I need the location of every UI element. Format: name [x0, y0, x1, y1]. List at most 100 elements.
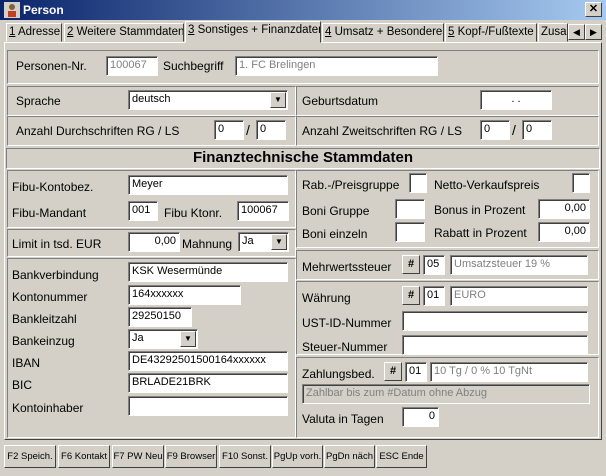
person-app-icon: [4, 2, 20, 18]
waehrung-code-field[interactable]: 01: [423, 286, 445, 306]
valuta-label: Valuta in Tagen: [302, 412, 384, 426]
bankleitzahl-field[interactable]: 29250150: [128, 307, 192, 327]
limit-label: Limit in tsd. EUR: [12, 237, 102, 251]
tab-sonstiges-num: 3: [188, 24, 195, 36]
boni-gruppe-field[interactable]: [395, 199, 425, 219]
tab-kopf-label: Kopf-/Fußtexte: [457, 26, 534, 38]
close-button[interactable]: ✕: [585, 2, 602, 17]
zahlung-label: Zahlungsbed.: [302, 367, 375, 381]
mahnung-select[interactable]: Ja ▼: [238, 232, 289, 252]
mahnung-label: Mahnung: [182, 237, 233, 251]
tab-sonstiges-finanzdaten[interactable]: 3 Sonstiges + Finanzdaten: [185, 21, 321, 43]
tab-adresse-label: Adresse: [17, 26, 61, 38]
geburtsdatum-label: Geburtsdatum: [302, 94, 379, 108]
section-heading: Finanztechnische Stammdaten: [6, 148, 600, 169]
chevron-down-icon[interactable]: ▼: [271, 234, 287, 250]
zahlung-lookup-button[interactable]: #: [384, 362, 402, 381]
fibu-mandant-label: Fibu-Mandant: [12, 206, 87, 220]
kontonummer-field[interactable]: 164xxxxxx: [128, 285, 241, 305]
tab-kopf-fusstexte[interactable]: 5 Kopf-/Fußtexte: [445, 23, 537, 42]
geburtsdatum-field[interactable]: . .: [480, 90, 552, 110]
tab-zusatz[interactable]: Zusa: [538, 23, 568, 42]
tab-umsatz-besonderes[interactable]: 4 Umsatz + Besonderes: [322, 23, 444, 42]
zweitschriften-ls-field[interactable]: 0: [522, 120, 552, 140]
tab-zusatz-label: Zusa: [541, 26, 567, 38]
esc-ende-button[interactable]: ESC Ende: [376, 445, 427, 468]
tab-umsatz-label: Umsatz + Besonderes: [334, 26, 444, 38]
sprache-select[interactable]: deutsch ▼: [128, 90, 288, 110]
mwst-text-field: Umsatzsteuer 19 %: [450, 255, 588, 275]
rabatt-prozent-label: Rabatt in Prozent: [434, 226, 527, 240]
bankeinzug-value: Ja: [132, 332, 144, 344]
fibu-ktonr-field[interactable]: 100067: [237, 201, 289, 221]
window-titlebar: Person ✕: [0, 0, 606, 20]
kontoinhaber-field[interactable]: [128, 396, 288, 416]
netto-label: Netto-Verkaufspreis: [434, 178, 540, 192]
tab-adresse[interactable]: 1 Adresse: [6, 23, 62, 42]
suchbegriff-field[interactable]: 1. FC Brelingen: [235, 56, 438, 76]
preisgruppe-field[interactable]: [409, 173, 427, 193]
durchschriften-slash: /: [246, 122, 250, 138]
tab-scroll-right-icon[interactable]: ▶: [585, 24, 602, 40]
durchschriften-rg-field[interactable]: 0: [214, 120, 244, 140]
bic-field[interactable]: BRLADE21BRK: [128, 373, 288, 393]
boni-gruppe-label: Boni Gruppe: [302, 204, 370, 218]
netto-checkbox[interactable]: [572, 173, 590, 193]
pw-neu-button[interactable]: F7 PW Neu: [112, 445, 164, 468]
rabatt-prozent-field[interactable]: 0,00: [538, 222, 590, 242]
steuer-nummer-label: Steuer-Nummer: [302, 340, 388, 354]
ust-id-label: UST-ID-Nummer: [302, 316, 392, 330]
fibu-mandant-field[interactable]: 001: [128, 201, 158, 221]
kontoinhaber-label: Kontoinhaber: [12, 401, 84, 415]
bonus-prozent-label: Bonus in Prozent: [434, 203, 526, 217]
iban-field[interactable]: DE43292501500164xxxxxx: [128, 351, 288, 371]
tab-weitere-stammdaten[interactable]: 2 Weitere Stammdaten: [64, 23, 184, 42]
sonstiges-button[interactable]: F10 Sonst.: [219, 445, 271, 468]
browser-button[interactable]: F9 Browser: [165, 445, 217, 468]
boni-einzeln-label: Boni einzeln: [302, 227, 368, 241]
durchschriften-label: Anzahl Durchschriften RG / LS: [16, 124, 180, 138]
speichern-button[interactable]: F2 Speich.: [4, 445, 56, 468]
zahlung-code-field[interactable]: 01: [405, 362, 427, 382]
fibu-ktonr-label: Fibu Ktonr.: [164, 206, 223, 220]
chevron-down-icon[interactable]: ▼: [270, 92, 286, 108]
waehrung-label: Währung: [302, 291, 351, 305]
suchbegriff-label: Suchbegriff: [163, 59, 224, 73]
fibu-kontobez-field[interactable]: Meyer: [128, 175, 288, 195]
zweitschriften-rg-field[interactable]: 0: [480, 120, 510, 140]
waehrung-lookup-button[interactable]: #: [402, 286, 420, 305]
bic-label: BIC: [12, 378, 33, 392]
page-down-button[interactable]: PgDn näch: [324, 445, 375, 468]
preisgruppe-label: Rab.-/Preisgruppe: [302, 178, 400, 192]
bonus-prozent-field[interactable]: 0,00: [538, 199, 590, 219]
kontakt-button[interactable]: F6 Kontakt: [58, 445, 110, 468]
steuer-nummer-field[interactable]: [402, 335, 588, 355]
bankeinzug-select[interactable]: Ja ▼: [128, 329, 198, 349]
valuta-field[interactable]: 0: [402, 407, 439, 427]
chevron-down-icon[interactable]: ▼: [180, 331, 196, 347]
kontonummer-label: Kontonummer: [12, 290, 88, 304]
tab-scroll-left-icon[interactable]: ◀: [568, 24, 585, 40]
bankverbindung-field[interactable]: KSK Wesermünde: [128, 262, 288, 282]
bankverbindung-label: Bankverbindung: [12, 268, 99, 282]
fibu-kontobez-label: Fibu-Kontobez.: [12, 180, 94, 194]
zahlung-text-field: 10 Tg / 0 % 10 TgNt: [430, 362, 588, 382]
personen-nr-label: Personen-Nr.: [16, 59, 87, 73]
bankleitzahl-label: Bankleitzahl: [12, 312, 77, 326]
limit-field[interactable]: 0,00: [128, 232, 180, 252]
mwst-lookup-button[interactable]: #: [402, 255, 420, 274]
boni-einzeln-field[interactable]: [395, 222, 425, 242]
mwst-code-field[interactable]: 05: [423, 255, 445, 275]
tab-kopf-num: 5: [448, 26, 455, 38]
page-up-button[interactable]: PgUp vorh.: [272, 445, 323, 468]
ust-id-field[interactable]: [402, 311, 588, 331]
sprache-value: deutsch: [132, 93, 171, 105]
tab-weitere-label: Weitere Stammdaten: [76, 26, 184, 38]
iban-label: IBAN: [12, 356, 41, 370]
tab-weitere-num: 2: [67, 26, 74, 38]
zweitschriften-label: Anzahl Zweitschriften RG / LS: [302, 124, 463, 138]
durchschriften-ls-field[interactable]: 0: [256, 120, 286, 140]
zweitschriften-slash: /: [512, 122, 516, 138]
mahnung-value: Ja: [242, 235, 254, 247]
zahlung-detail-field: Zahlbar bis zum #Datum ohne Abzug: [302, 384, 590, 404]
